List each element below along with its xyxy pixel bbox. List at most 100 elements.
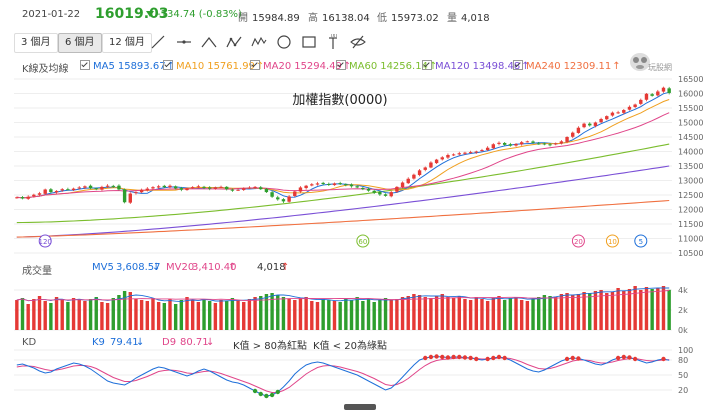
candle	[264, 188, 269, 193]
volume-bar	[162, 303, 167, 330]
candle	[190, 187, 195, 189]
candle	[344, 184, 348, 186]
candle	[650, 94, 654, 96]
volume-bar	[77, 300, 81, 330]
volume-bar	[485, 301, 490, 330]
volume-bar	[349, 300, 354, 330]
candle	[400, 182, 405, 187]
ma120-line	[16, 165, 670, 238]
kd-axis-tick: 80	[678, 356, 688, 365]
price-axis-tick: 11000	[678, 235, 703, 244]
kd-red-dot	[434, 354, 439, 359]
kd-red-dot	[445, 355, 451, 360]
candle	[548, 144, 552, 146]
kd-axis-tick: 20	[678, 386, 688, 395]
volume-bar	[60, 299, 64, 330]
candle	[457, 153, 461, 155]
candle	[361, 187, 365, 190]
period-marker-label: 120	[39, 238, 52, 246]
volume-axis-tick: 4k	[678, 286, 688, 295]
candle	[219, 186, 223, 188]
kd-green-dot	[258, 391, 263, 397]
volume-bar	[639, 290, 643, 330]
volume-bar	[474, 297, 479, 330]
volume-bar	[185, 297, 189, 330]
kd-red-dot	[457, 354, 462, 360]
candle	[117, 185, 121, 190]
volume-bar	[633, 286, 637, 330]
candle	[196, 186, 201, 188]
volume-bar	[622, 291, 626, 330]
kd-green-dot	[269, 392, 275, 398]
kd-red-dot	[615, 355, 621, 361]
volume-bar	[281, 297, 286, 330]
volume-bar	[605, 293, 609, 330]
volume-bar	[168, 299, 172, 330]
volume-bar	[400, 297, 405, 330]
candle	[253, 186, 257, 188]
candle	[622, 110, 626, 113]
price-axis-tick: 14000	[678, 148, 703, 157]
volume-bar	[49, 303, 53, 330]
volume-axis-tick: 0k	[678, 326, 688, 335]
price-axis-tick: 12500	[678, 191, 703, 200]
volume-bar	[355, 297, 359, 330]
volume-bar	[338, 302, 342, 330]
volume-bar	[451, 298, 456, 330]
volume-bar	[15, 300, 19, 330]
volume-bar	[37, 296, 42, 330]
candle	[508, 144, 513, 146]
kd-red-dot	[491, 355, 496, 361]
price-axis-tick: 13000	[678, 177, 703, 186]
volume-bar	[502, 300, 507, 330]
volume-bar	[491, 298, 496, 330]
candle	[554, 143, 558, 145]
kd-axis-tick: 50	[678, 371, 688, 380]
volume-bar	[190, 300, 195, 330]
volume-bar	[173, 304, 178, 330]
candle	[60, 189, 64, 191]
candle	[270, 192, 274, 197]
price-axis-tick: 12000	[678, 206, 703, 215]
candle	[491, 144, 496, 149]
volume-bar	[83, 301, 87, 330]
volume-bar	[276, 295, 280, 330]
kd-red-dot	[632, 356, 638, 362]
candle	[37, 193, 42, 195]
candle	[179, 188, 184, 190]
kd-red-dot	[474, 356, 479, 362]
candle	[54, 190, 59, 193]
volume-bar	[259, 296, 263, 330]
volume-bar	[122, 291, 127, 330]
volume-bar	[225, 301, 229, 330]
scroll-handle	[344, 404, 376, 410]
period-marker-label: 60	[358, 238, 367, 246]
period-marker-label: 20	[574, 238, 583, 246]
volume-bar	[156, 302, 161, 330]
kd-red-dot	[627, 355, 632, 360]
candle	[247, 187, 252, 189]
candle	[49, 189, 53, 193]
candle	[327, 183, 331, 185]
volume-bar	[468, 300, 473, 330]
candle	[610, 112, 615, 116]
candle	[451, 154, 456, 156]
candle	[321, 182, 325, 184]
volume-bar	[202, 299, 206, 330]
kd-axis-tick: 100	[678, 346, 693, 355]
candle	[156, 186, 161, 188]
volume-bar	[429, 298, 433, 330]
candle	[207, 187, 212, 189]
candle	[315, 183, 320, 185]
volume-bar	[627, 289, 632, 330]
volume-bar	[304, 297, 308, 330]
candle	[395, 186, 399, 192]
candle	[304, 185, 308, 189]
candle	[525, 141, 530, 143]
candle	[366, 188, 371, 191]
volume-bar	[582, 292, 586, 330]
price-axis-tick: 15500	[678, 104, 703, 113]
kd-red-dot	[485, 356, 490, 362]
candle	[77, 187, 81, 189]
volume-bar	[213, 303, 218, 330]
